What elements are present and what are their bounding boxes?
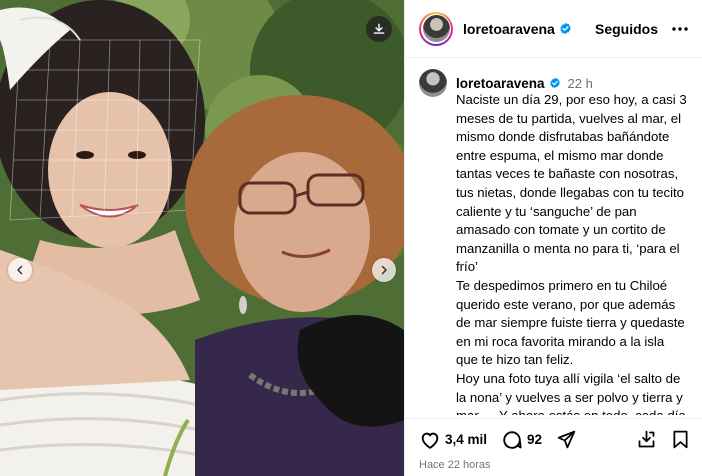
post-side-panel: loretoaravena Seguidos loretoaravena 22 …: [404, 0, 702, 476]
caption-paragraph: Hoy una foto tuya allí vigila ‘el salto …: [456, 370, 686, 415]
following-button[interactable]: Seguidos: [595, 21, 658, 37]
avatar-image: [422, 15, 450, 42]
caption-paragraph: Te despedimos primero en tu Chiloé queri…: [456, 277, 685, 368]
post-date[interactable]: Hace 22 horas: [419, 459, 491, 471]
verified-badge-icon: [549, 77, 561, 89]
comments-count[interactable]: 92: [527, 432, 542, 447]
remix-icon: [638, 430, 655, 448]
share-button[interactable]: [556, 429, 577, 450]
photo-image: [0, 0, 404, 476]
comment-icon: [503, 430, 522, 449]
like-button[interactable]: 3,4 mil: [419, 429, 487, 451]
caption-username-link[interactable]: loretoaravena: [456, 76, 545, 91]
save-button[interactable]: [671, 429, 690, 450]
avatar[interactable]: [419, 11, 453, 46]
caption-text: Naciste un día 29, por eso hoy, a casi 3…: [456, 91, 688, 415]
chevron-right-icon: [381, 265, 387, 275]
download-icon: [373, 23, 385, 34]
more-horizontal-icon: [672, 26, 688, 31]
post-header: loretoaravena Seguidos: [405, 0, 702, 58]
carousel-next-button[interactable]: [372, 258, 396, 282]
caption-avatar[interactable]: [419, 69, 447, 97]
caption-timestamp: 22 h: [567, 75, 593, 91]
actions-bar: 3,4 mil 92: [405, 418, 702, 452]
download-button[interactable]: [366, 16, 392, 42]
caption-scroll-area[interactable]: loretoaravena 22 h Naciste un día 29, po…: [405, 59, 702, 415]
heart-icon: [421, 432, 439, 449]
more-options-button[interactable]: [672, 26, 688, 31]
post-photo[interactable]: [0, 0, 404, 476]
carousel-prev-button[interactable]: [8, 258, 32, 282]
comment-button[interactable]: 92: [501, 429, 542, 451]
share-icon: [557, 430, 576, 449]
verified-badge-icon: [559, 22, 572, 35]
caption-paragraph: Naciste un día 29, por eso hoy, a casi 3…: [456, 92, 687, 275]
remix-button[interactable]: [636, 429, 657, 450]
chevron-left-icon: [17, 265, 23, 275]
username-link[interactable]: loretoaravena: [463, 21, 555, 37]
bookmark-icon: [673, 430, 688, 449]
likes-count[interactable]: 3,4 mil: [445, 432, 487, 447]
